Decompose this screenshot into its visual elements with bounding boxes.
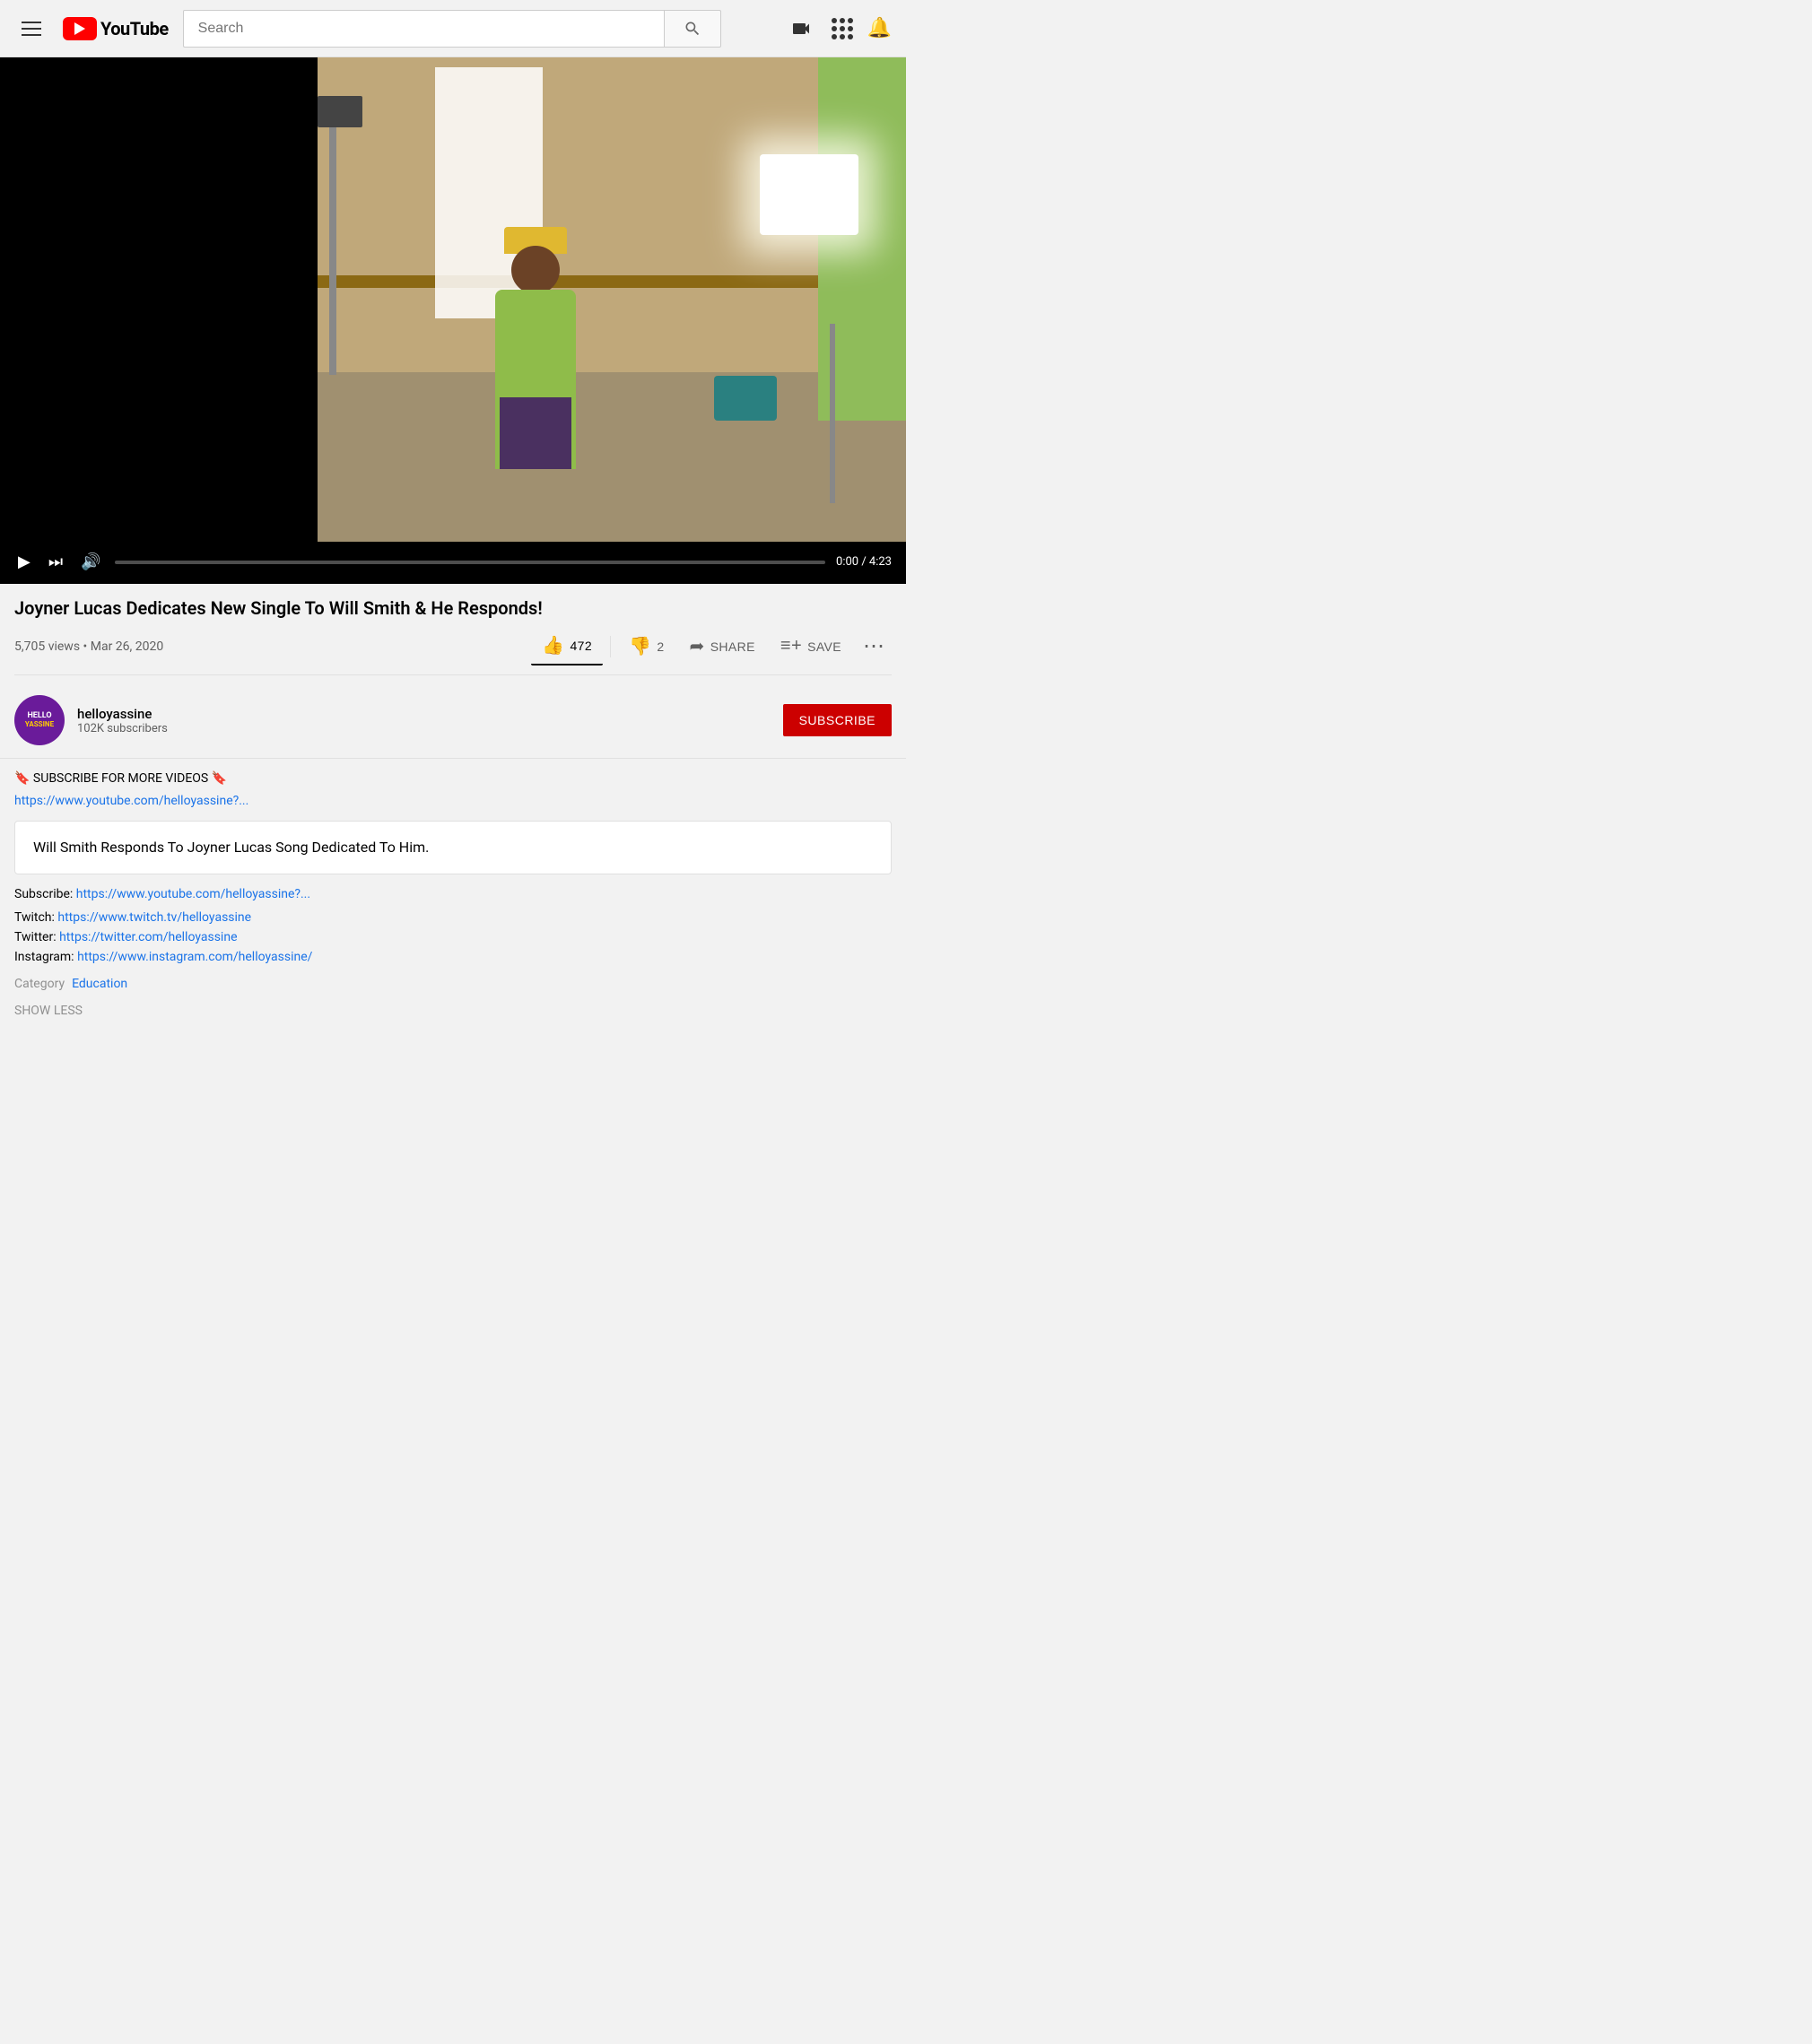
- person-figure: [482, 236, 589, 469]
- video-meta-row: 5,705 views • Mar 26, 2020 👍 472 👎 2 ➦ S…: [14, 627, 892, 675]
- desc-twitch-line: Twitch: https://www.twitch.tv/helloyassi…: [14, 910, 892, 925]
- time-display: 0:00 / 4:23: [836, 555, 892, 569]
- upload-icon[interactable]: [785, 13, 817, 45]
- description-section: 🔖 SUBSCRIBE FOR MORE VIDEOS 🔖 https://ww…: [0, 759, 906, 1031]
- search-icon: [684, 20, 701, 38]
- progress-bar[interactable]: [115, 561, 825, 564]
- channel-row: HELLO YASSINE helloyassine 102K subscrib…: [0, 683, 906, 759]
- video-thumbnail: [0, 57, 906, 542]
- search-form: [183, 10, 721, 48]
- twitter-link[interactable]: https://twitter.com/helloyassine: [59, 930, 237, 944]
- desc-instagram-line: Instagram: https://www.instagram.com/hel…: [14, 950, 892, 964]
- hamburger-menu-icon[interactable]: [14, 14, 48, 43]
- video-black-area: [0, 57, 318, 542]
- desc-subscribe-line: Subscribe: https://www.youtube.com/hello…: [14, 887, 892, 901]
- channel-name[interactable]: helloyassine: [77, 706, 783, 722]
- save-icon: ≡+: [780, 636, 802, 657]
- thumbs-up-icon: 👍: [542, 634, 564, 657]
- channel-info: helloyassine 102K subscribers: [77, 706, 783, 735]
- thumbs-down-icon: 👎: [629, 635, 651, 657]
- video-scene: [318, 57, 907, 542]
- channel-subscribers: 102K subscribers: [77, 722, 783, 735]
- search-button[interactable]: [664, 10, 721, 48]
- avatar-content: HELLO YASSINE: [25, 695, 54, 745]
- light-stand: [830, 324, 835, 503]
- video-actions: 👍 472 👎 2 ➦ SHARE ≡+ SAVE ⋯: [531, 627, 892, 665]
- yt-play-icon: [63, 17, 97, 40]
- desc-subscribe-header: 🔖 SUBSCRIBE FOR MORE VIDEOS 🔖: [14, 771, 892, 786]
- video-controls: ▶ ⏭ 🔊 0:00 / 4:23: [0, 542, 906, 584]
- youtube-logo[interactable]: YouTube: [63, 17, 169, 40]
- twitch-link[interactable]: https://www.twitch.tv/helloyassine: [57, 910, 251, 925]
- video-player[interactable]: ▶ ⏭ 🔊 0:00 / 4:23: [0, 57, 906, 584]
- category-value[interactable]: Education: [72, 977, 127, 991]
- avatar-hello-text: HELLO: [27, 712, 51, 721]
- show-less-button[interactable]: SHOW LESS: [14, 1004, 892, 1018]
- category-label: Category: [14, 977, 65, 991]
- video-title: Joyner Lucas Dedicates New Single To Wil…: [14, 596, 892, 620]
- apps-icon[interactable]: [832, 18, 853, 39]
- subscribe-link[interactable]: https://www.youtube.com/helloyassine?...: [76, 887, 310, 901]
- like-button[interactable]: 👍 472: [531, 627, 603, 665]
- share-icon: ➦: [690, 635, 705, 657]
- desc-twitter-line: Twitter: https://twitter.com/helloyassin…: [14, 930, 892, 944]
- header-left: YouTube: [14, 14, 169, 43]
- channel-avatar[interactable]: HELLO YASSINE: [14, 695, 65, 745]
- desc-channel-link: https://www.youtube.com/helloyassine?...: [14, 791, 892, 808]
- desc-social-links: Twitch: https://www.twitch.tv/helloyassi…: [14, 910, 892, 964]
- category-row: Category Education: [14, 977, 892, 991]
- action-divider: [610, 636, 611, 657]
- volume-button[interactable]: 🔊: [77, 549, 104, 575]
- light-box: [760, 154, 858, 235]
- save-button[interactable]: ≡+ SAVE: [770, 629, 852, 664]
- notifications-icon[interactable]: 🔔: [867, 17, 892, 39]
- youtube-wordmark: YouTube: [100, 18, 169, 39]
- highlight-box: Will Smith Responds To Joyner Lucas Song…: [14, 821, 892, 874]
- avatar-yassine-text: YASSINE: [25, 720, 54, 728]
- header: YouTube 🔔: [0, 0, 906, 57]
- search-input[interactable]: [183, 10, 664, 48]
- next-button[interactable]: ⏭: [45, 549, 66, 575]
- share-button[interactable]: ➦ SHARE: [679, 628, 766, 665]
- video-stats: 5,705 views • Mar 26, 2020: [14, 639, 163, 654]
- play-button[interactable]: ▶: [14, 549, 34, 575]
- more-options-button[interactable]: ⋯: [856, 630, 892, 663]
- dislike-button[interactable]: 👎 2: [618, 628, 675, 665]
- instagram-link[interactable]: https://www.instagram.com/helloyassine/: [77, 950, 312, 964]
- tub: [714, 376, 777, 421]
- subscribe-button[interactable]: SUBSCRIBE: [783, 704, 892, 736]
- header-right: 🔔: [785, 13, 892, 45]
- video-info: Joyner Lucas Dedicates New Single To Wil…: [0, 584, 906, 683]
- channel-link[interactable]: https://www.youtube.com/helloyassine?...: [14, 794, 248, 808]
